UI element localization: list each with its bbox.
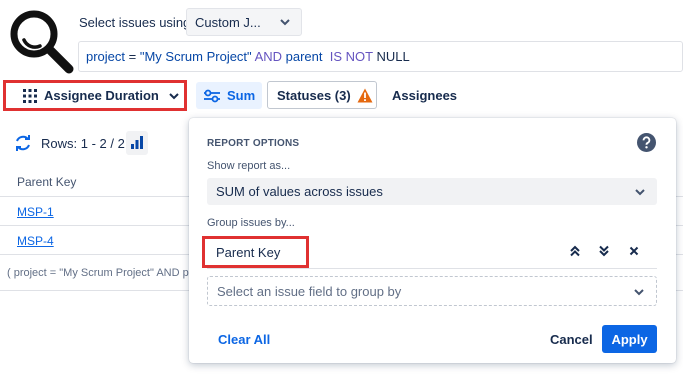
chevron-down-icon [169,92,179,99]
report-type-label: Assignee Duration [44,88,159,103]
select-issues-label: Select issues using [79,15,191,30]
group-field-select[interactable]: Select an issue field to group by [207,276,657,306]
clear-all-button[interactable]: Clear All [218,332,270,347]
move-up-icon[interactable] [569,245,581,257]
column-header-parent-key[interactable]: Parent Key [17,175,76,189]
show-report-value: SUM of values across issues [216,184,383,199]
rows-count: Rows: 1 - 2 / 2 [41,136,125,151]
chevron-down-icon [634,289,644,296]
jql-operator: = [125,49,140,64]
panel-title: REPORT OPTIONS [207,138,300,149]
sum-label: Sum [227,88,256,103]
sum-button[interactable]: Sum [196,82,262,109]
group-issues-label: Group issues by... [207,217,295,229]
warning-icon [357,88,373,102]
group-item-label: Parent Key [216,244,281,260]
jql-and: AND [251,49,286,64]
jql-is-not: IS NOT [322,49,377,64]
group-field-placeholder: Select an issue field to group by [217,283,402,299]
bar-chart-icon [131,136,143,149]
chevron-down-icon [635,189,645,196]
issue-source-select[interactable]: Custom J... [186,8,302,36]
show-report-label: Show report as... [207,160,291,172]
jql-null: NULL [376,49,410,64]
show-report-select[interactable]: SUM of values across issues [207,178,657,205]
apply-button[interactable]: Apply [602,325,657,353]
close-icon[interactable] [628,245,640,257]
help-icon[interactable] [637,133,656,152]
chart-toggle-button[interactable] [126,131,148,155]
report-type-button[interactable]: Assignee Duration [3,80,187,111]
grid-icon [23,88,37,103]
jql-input[interactable]: project = "My Scrum Project" AND parent … [78,41,683,72]
sliders-icon [204,89,220,102]
issue-source-value: Custom J... [195,14,261,30]
divider [207,268,657,269]
divider [0,254,190,255]
table-row-link[interactable]: MSP-1 [17,205,54,219]
divider [0,196,190,197]
jql-value: "My Scrum Project" [139,49,252,64]
assignees-tab[interactable]: Assignees [392,88,457,103]
divider [0,225,190,226]
magnifier-logo-icon [10,10,74,74]
table-row-link[interactable]: MSP-4 [17,234,54,248]
statuses-button[interactable]: Statuses (3) [267,81,377,109]
chevron-down-icon [280,19,290,26]
statuses-label: Statuses (3) [277,87,351,103]
jql-field-parent: parent [285,49,323,64]
move-down-icon[interactable] [598,245,610,257]
group-item-parent-key: Parent Key [202,236,309,268]
cancel-button[interactable]: Cancel [550,332,593,347]
refresh-icon[interactable] [14,134,32,152]
footer-jql-summary: ( project = "My Scrum Project" AND paren… [7,267,192,279]
jql-field: project [86,49,126,64]
